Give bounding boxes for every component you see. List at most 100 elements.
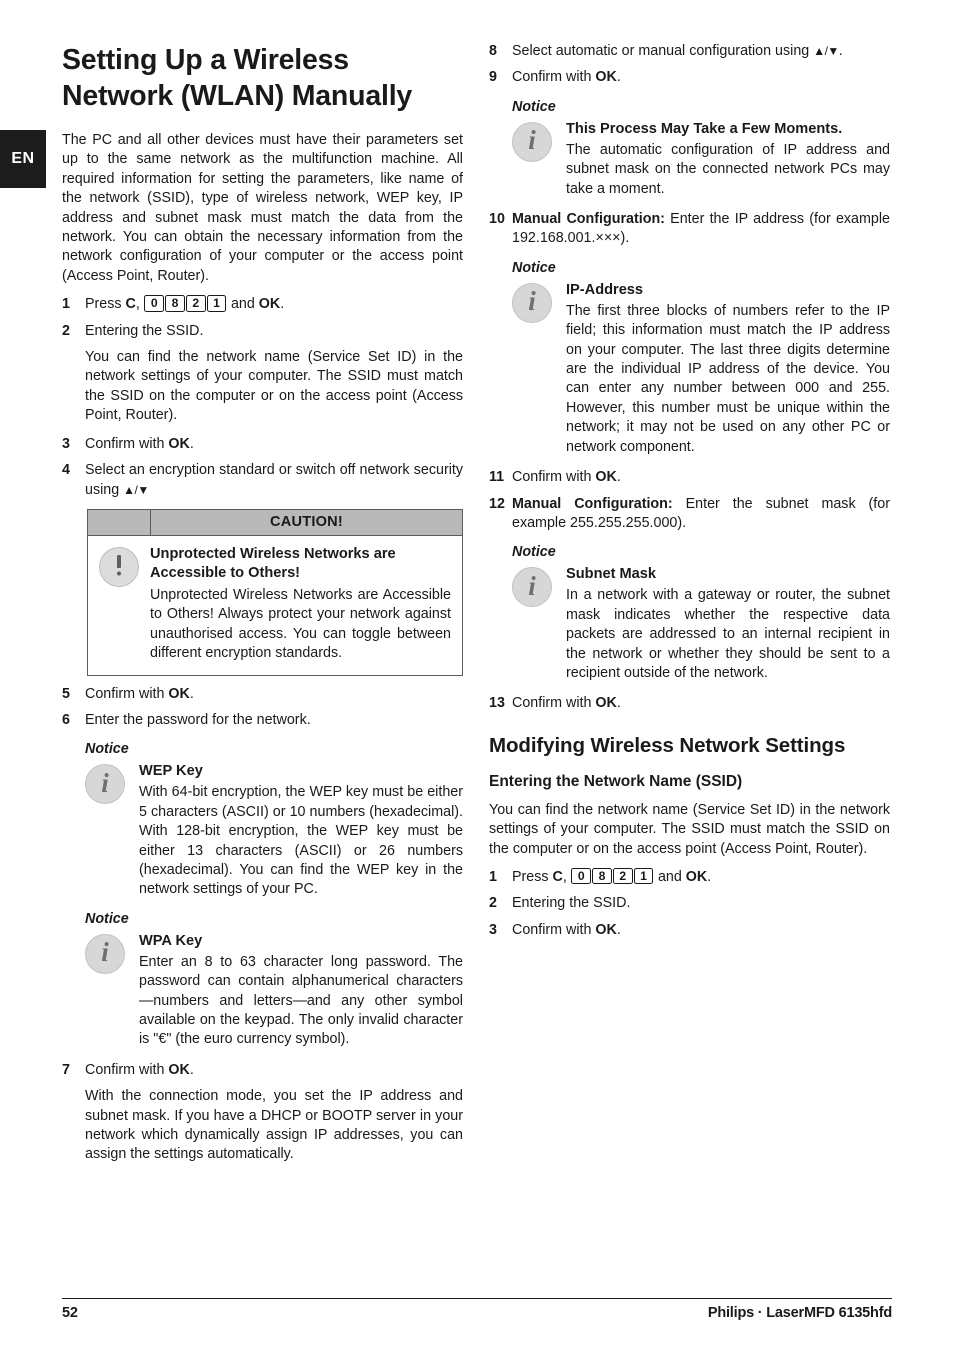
step-text: Confirm with OK. — [85, 1061, 463, 1080]
step-number: 9 — [489, 69, 497, 86]
notice-label: Notice — [512, 544, 556, 561]
modify-step-3: 3 Confirm with OK. — [489, 921, 890, 940]
step-number: 8 — [489, 43, 497, 59]
period: . — [707, 868, 712, 885]
keycap-8: 8 — [592, 867, 612, 885]
manual-configuration-label: Manual Configuration: — [512, 495, 673, 512]
step-text: Confirm with OK. — [85, 685, 463, 704]
step-2: 2 Entering the SSID. — [62, 322, 463, 341]
up-down-arrow-icon: ▲/▼ — [123, 482, 149, 497]
notice-heading: This Process May Take a Few Moments. — [566, 120, 843, 137]
step-1: 1 Press C, 0821 and OK. — [62, 295, 463, 314]
step-text: Entering the SSID. — [85, 322, 204, 339]
key-c-label: C — [125, 296, 136, 313]
step-2-continuation: You can find the network name (Service S… — [85, 349, 463, 424]
key-ok-label: OK — [595, 695, 617, 712]
notice-heading: Subnet Mask — [566, 566, 657, 583]
modify-step-1: 1 Press C, 0821 and OK. — [489, 867, 890, 887]
up-down-arrow-icon: ▲/▼ — [813, 44, 839, 58]
modify-step-2: 2 Entering the SSID. — [489, 894, 890, 913]
document-page: EN Setting Up a Wireless Network (WLAN) … — [0, 0, 954, 1350]
notice-ip-address: i IP-Address The first three blocks of n… — [512, 281, 890, 457]
comma: , — [562, 868, 567, 885]
notice-text: In a network with a gateway or router, t… — [566, 587, 890, 681]
key-ok-label: OK — [685, 868, 708, 885]
notice-icon-cell: i — [512, 120, 566, 199]
notice-label: Notice — [85, 910, 129, 927]
step-text: Manual Configuration: Enter the subnet m… — [512, 495, 890, 534]
keycap-2: 2 — [612, 867, 633, 885]
caution-body: Unprotected Wireless Networks are Access… — [150, 545, 451, 664]
period: . — [189, 1061, 194, 1078]
step-12: 12 Manual Configuration: Enter the subne… — [489, 495, 890, 534]
key-ok-label: OK — [595, 69, 617, 86]
footer-divider — [62, 1298, 892, 1299]
subsection-intro: You can find the network name (Service S… — [489, 801, 890, 857]
keycap-1: 1 — [206, 295, 227, 312]
confirm-prefix: Confirm with — [85, 435, 169, 452]
step-text: Select automatic or manual configuration… — [512, 42, 890, 61]
notice-heading: WPA Key — [139, 932, 203, 949]
step-10: 10 Manual Configuration: Enter the IP ad… — [489, 210, 890, 249]
step-text: Manual Configuration: Enter the IP addre… — [512, 210, 890, 249]
notice-process-duration: i This Process May Take a Few Moments. T… — [512, 120, 890, 199]
notice-label: Notice — [512, 98, 556, 115]
subsection-title-entering-ssid: Entering the Network Name (SSID) — [489, 772, 743, 790]
info-icon: i — [512, 121, 552, 162]
key-ok-label: OK — [168, 435, 190, 452]
notice-subnet-mask: i Subnet Mask In a network with a gatewa… — [512, 565, 890, 683]
notice-label: Notice — [512, 259, 556, 276]
info-icon: i — [85, 933, 125, 974]
caution-text: Unprotected Wireless Networks are Access… — [150, 586, 451, 662]
step-number: 10 — [489, 211, 505, 228]
step-text: Confirm with OK. — [512, 68, 890, 87]
comma: , — [135, 296, 140, 313]
key-ok-label: OK — [595, 921, 617, 938]
step-number: 3 — [489, 921, 497, 938]
info-icon: i — [512, 567, 552, 608]
page-title: Setting Up a Wireless Network (WLAN) Man… — [62, 44, 413, 112]
step-number: 2 — [489, 895, 497, 912]
left-column: Setting Up a Wireless Network (WLAN) Man… — [62, 42, 463, 1174]
caution-content: Unprotected Wireless Networks are Access… — [88, 536, 462, 675]
notice-body: Subnet Mask In a network with a gateway … — [566, 565, 890, 683]
step-number: 2 — [62, 322, 70, 339]
confirm-prefix: Confirm with — [85, 685, 169, 702]
notice-heading: WEP Key — [139, 763, 203, 780]
step-13: 13 Confirm with OK. — [489, 694, 890, 713]
step-number: 13 — [489, 695, 505, 712]
step-8: 8 Select automatic or manual configurati… — [489, 42, 890, 61]
step-text: Press C, 0821 and OK. — [512, 867, 890, 887]
step-text: Confirm with OK. — [512, 468, 890, 487]
step-number: 11 — [489, 469, 505, 486]
caution-icon-cell — [88, 545, 150, 664]
key-c-label: C — [552, 868, 563, 885]
notice-wep-key: i WEP Key With 64-bit encryption, the WE… — [85, 762, 463, 899]
step-number: 12 — [489, 495, 505, 512]
notice-label: Notice — [85, 741, 129, 758]
notice-body: This Process May Take a Few Moments. The… — [566, 120, 890, 199]
step-text: Press C, 0821 and OK. — [85, 295, 463, 314]
step-number: 7 — [62, 1061, 70, 1078]
step-text: Enter the password for the network. — [85, 711, 311, 728]
period: . — [189, 435, 194, 452]
notice-text: With 64-bit encryption, the WEP key must… — [139, 784, 463, 898]
language-tab: EN — [0, 130, 46, 188]
exclamation-dot — [116, 571, 122, 576]
notice-body: IP-Address The first three blocks of num… — [566, 281, 890, 457]
notice-icon-cell: i — [512, 565, 566, 683]
intro-paragraph: The PC and all other devices must have t… — [62, 132, 463, 284]
step-9: 9 Confirm with OK. — [489, 68, 890, 87]
step-8-body: Select automatic or manual configuration… — [512, 43, 814, 59]
caution-box: CAUTION! Unprotected Wireless Networks a… — [87, 508, 463, 676]
step-text: Confirm with OK. — [85, 435, 463, 454]
step-number: 5 — [62, 685, 70, 702]
section-title-modifying: Modifying Wireless Network Settings — [489, 733, 846, 757]
step-text: Confirm with OK. — [512, 921, 890, 940]
notice-wpa-key: i WPA Key Enter an 8 to 63 character lon… — [85, 932, 463, 1050]
caution-heading: Unprotected Wireless Networks are Access… — [150, 545, 396, 581]
confirm-prefix: Confirm with — [512, 469, 596, 486]
period: . — [616, 921, 621, 938]
period: . — [280, 296, 285, 313]
confirm-prefix: Confirm with — [512, 695, 596, 712]
